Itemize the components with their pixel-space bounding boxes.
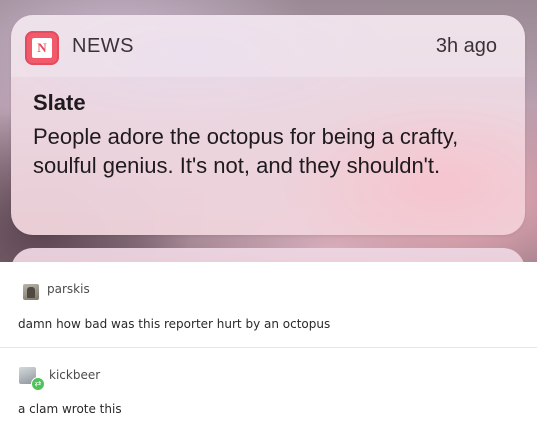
comment-username[interactable]: kickbeer [49,368,100,382]
reblog-badge-icon: ⇄ [31,377,45,391]
notification-card[interactable]: N NEWS 3h ago Slate People adore the oct… [11,15,525,235]
avatar[interactable] [23,284,39,300]
comment-text: damn how bad was this reporter hurt by a… [18,317,331,331]
app-name: NEWS [72,35,134,57]
notification-message: People adore the octopus for being a cra… [33,124,459,178]
notification-screenshot: N NEWS 3h ago Slate People adore the oct… [0,0,537,262]
comment-divider [0,347,537,348]
notification-time: 3h ago [435,35,497,57]
comment-username[interactable]: parskis [47,282,90,296]
news-app-icon: N [25,31,59,65]
notification-header: N NEWS 3h ago [11,15,525,77]
comment-thread: parskis damn how bad was this reporter h… [0,262,537,429]
next-notification-card[interactable] [11,248,525,262]
notification-source: Slate [33,90,86,115]
comment-text: a clam wrote this [18,402,122,416]
news-glyph: N [32,38,52,58]
